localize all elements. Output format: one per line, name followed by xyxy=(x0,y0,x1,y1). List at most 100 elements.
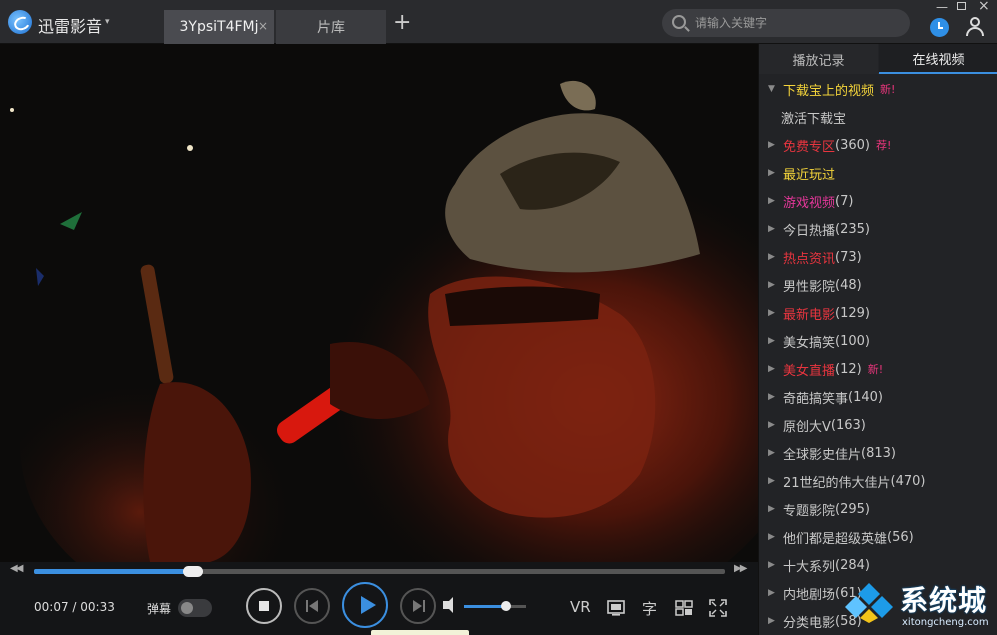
sidebar-item-count: (284) xyxy=(835,557,870,573)
app-menu-chevron-icon[interactable]: ▾ xyxy=(105,17,110,27)
rewind-icon[interactable]: ◀◀ xyxy=(10,563,23,574)
sidebar-item-label: 最新电影 xyxy=(783,307,836,323)
sidebar-item-label: 21世纪的伟大佳片 xyxy=(783,475,891,491)
sidebar-item-label: 游戏视频 xyxy=(783,195,836,211)
forward-icon[interactable]: ▶▶ xyxy=(734,563,747,574)
sidebar-item-count: (7) xyxy=(835,193,854,209)
sidebar-item-count: (129) xyxy=(835,305,870,321)
expand-right-icon[interactable]: ▶ xyxy=(768,420,776,430)
watermark-text: 系统城 xyxy=(900,584,988,617)
sidebar-item-count: (100) xyxy=(835,333,870,349)
sidebar-item-count: (813) xyxy=(861,445,896,461)
volume-handle[interactable] xyxy=(501,601,512,611)
expand-right-icon[interactable]: ▶ xyxy=(768,364,776,374)
play-button[interactable] xyxy=(342,582,388,628)
expand-right-icon[interactable]: ▶ xyxy=(768,560,776,570)
subtitle-button[interactable]: 字 xyxy=(642,598,657,619)
sidebar-item[interactable]: ▶ 他们都是超级英雄 (56) xyxy=(759,523,997,551)
sidebar-item[interactable]: ▶ 热点资讯 (73) xyxy=(759,243,997,271)
grid-icon[interactable] xyxy=(675,600,693,616)
maximize-icon[interactable] xyxy=(957,2,966,10)
app-logo-icon[interactable] xyxy=(8,10,32,34)
next-button[interactable] xyxy=(400,588,436,624)
sidebar-item[interactable]: ▶ 全球影史佳片 (813) xyxy=(759,439,997,467)
user-icon[interactable] xyxy=(965,17,985,37)
expand-right-icon[interactable]: ▶ xyxy=(768,532,776,542)
sidebar-item[interactable]: ▶ 奇葩搞笑事 (140) xyxy=(759,383,997,411)
search-box[interactable] xyxy=(662,9,910,37)
tab-library[interactable]: 片库 xyxy=(276,10,386,44)
danmu-toggle[interactable] xyxy=(178,599,212,617)
expand-down-icon[interactable]: ▼ xyxy=(768,84,776,94)
expand-right-icon[interactable]: ▶ xyxy=(768,308,776,318)
expand-right-icon[interactable]: ▶ xyxy=(768,392,776,402)
sidebar-item[interactable]: ▶ 最新电影 (129) xyxy=(759,299,997,327)
expand-right-icon[interactable]: ▶ xyxy=(768,252,776,262)
sidebar-item-count: (163) xyxy=(830,417,866,433)
new-badge: 新! xyxy=(867,363,884,376)
sidebar-item[interactable]: ▶ 今日热播 (235) xyxy=(759,215,997,243)
vr-button[interactable]: VR xyxy=(570,598,591,616)
sidebar-item-count: (48) xyxy=(835,277,862,293)
close-icon[interactable]: × xyxy=(978,0,990,14)
video-canvas[interactable] xyxy=(0,44,758,562)
expand-right-icon[interactable]: ▶ xyxy=(768,336,776,346)
title-bar: 迅雷影音 ▾ 3YpsiT4FMj × 片库 + — × xyxy=(0,0,997,44)
volume-slider[interactable] xyxy=(464,601,526,611)
expand-right-icon[interactable]: ▶ xyxy=(768,476,776,486)
progress-bar[interactable] xyxy=(34,566,725,577)
fullscreen-icon[interactable] xyxy=(709,599,727,617)
expand-right-icon[interactable]: ▶ xyxy=(768,196,776,206)
sidebar-item[interactable]: ▶ 男性影院 (48) xyxy=(759,271,997,299)
sidebar-item[interactable]: ▶ 免费专区 (360) 荐! xyxy=(759,131,997,159)
watermark: 系统城 xitongcheng.com xyxy=(842,575,997,635)
sidebar-item[interactable]: ▶ 游戏视频 (7) xyxy=(759,187,997,215)
screen-mode-icon[interactable] xyxy=(607,600,625,616)
sidebar-item-label: 今日热播 xyxy=(783,223,836,239)
search-icon[interactable] xyxy=(672,15,686,29)
expand-right-icon[interactable]: ▶ xyxy=(768,448,776,458)
expand-right-icon[interactable]: ▶ xyxy=(768,140,776,150)
add-tab-icon[interactable]: + xyxy=(393,10,411,35)
app-title[interactable]: 迅雷影音 xyxy=(38,13,102,37)
danmu-label: 弹幕 xyxy=(147,602,172,616)
sidebar-item[interactable]: ▶ 专题影院 (295) xyxy=(759,495,997,523)
expand-right-icon[interactable]: ▶ xyxy=(768,224,776,234)
sidebar-item[interactable]: ▶ 美女直播 (12) 新! xyxy=(759,355,997,383)
sidebar-item[interactable]: ▶ 美女搞笑 (100) xyxy=(759,327,997,355)
minimize-icon[interactable]: — xyxy=(936,0,948,14)
progress-handle[interactable] xyxy=(182,566,203,577)
expand-right-icon[interactable]: ▶ xyxy=(768,168,776,178)
category-list: ▼ 下载宝上的视频 新! 激活下载宝 ▶ 免费专区 (360) 荐! ▶ 最近玩过 ▶ 游戏视频 (7)… xyxy=(759,75,997,635)
tab-close-icon[interactable]: × xyxy=(258,19,268,33)
sidebar-item-count: (73) xyxy=(835,249,862,265)
expand-right-icon[interactable]: ▶ xyxy=(768,588,776,598)
search-input[interactable] xyxy=(695,13,895,33)
expand-right-icon[interactable]: ▶ xyxy=(768,280,776,290)
stop-button[interactable] xyxy=(246,588,282,624)
tab-current-video[interactable]: 3YpsiT4FMj × xyxy=(164,10,274,44)
sidebar-item-count: (140) xyxy=(848,389,883,405)
sidebar-item[interactable]: ▶ 21世纪的伟大佳片 (470) xyxy=(759,467,997,495)
tab-online-video[interactable]: 在线视频 xyxy=(879,44,997,74)
sidebar-item[interactable]: ▼ 下载宝上的视频 新! xyxy=(759,75,997,103)
sidebar-item[interactable]: ▶ 原创大V (163) xyxy=(759,411,997,439)
video-frame xyxy=(0,44,758,562)
sidebar-item-label: 男性影院 xyxy=(783,279,836,295)
sidebar-item-label: 热点资讯 xyxy=(783,251,836,267)
watermark-logo-icon xyxy=(845,583,893,623)
sidebar-item[interactable]: ▶ 最近玩过 xyxy=(759,159,997,187)
expand-right-icon[interactable]: ▶ xyxy=(768,504,776,514)
previous-button[interactable] xyxy=(294,588,330,624)
sidebar-item-label: 原创大V xyxy=(783,419,831,435)
sidebar: 播放记录 在线视频 ▼ 下载宝上的视频 新! 激活下载宝 ▶ 免费专区 (360) 荐! ▶ 最近… xyxy=(758,44,997,635)
expand-right-icon[interactable]: ▶ xyxy=(768,616,776,626)
sidebar-item-label: 奇葩搞笑事 xyxy=(783,391,849,407)
sidebar-item-label: 免费专区 xyxy=(783,139,836,155)
sidebar-item[interactable]: 激活下载宝 xyxy=(759,103,997,131)
tab-play-history[interactable]: 播放记录 xyxy=(759,44,878,74)
sidebar-item-label: 他们都是超级英雄 xyxy=(783,531,888,547)
history-clock-icon[interactable] xyxy=(930,18,949,37)
volume-icon[interactable] xyxy=(443,597,453,613)
sidebar-item-label: 下载宝上的视频 xyxy=(783,83,875,99)
